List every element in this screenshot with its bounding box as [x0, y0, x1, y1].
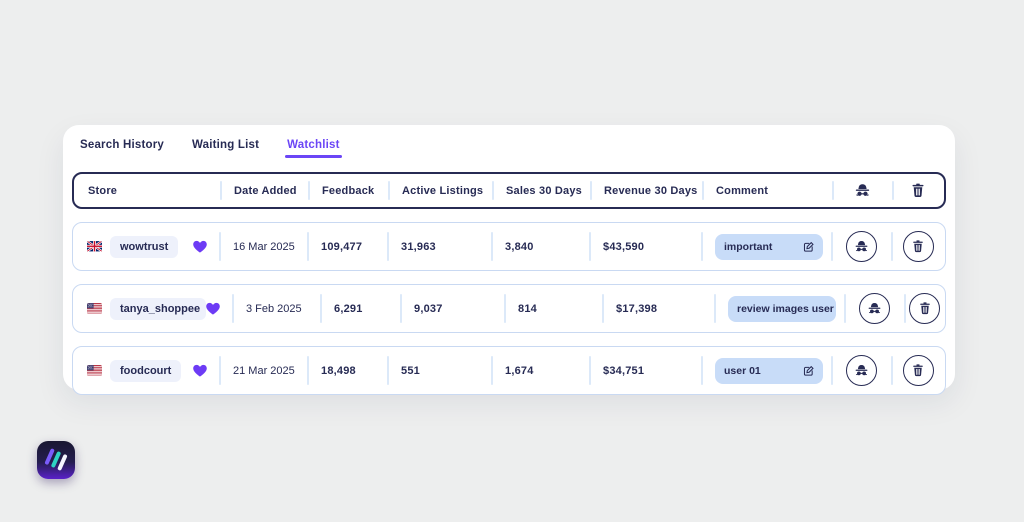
table-row: foodcourt 21 Mar 2025 18,498 551 1,674 $…: [72, 346, 946, 395]
spy-button[interactable]: [858, 293, 890, 324]
date-added-cell: 16 Mar 2025: [219, 223, 307, 270]
active-listings-cell: 31,963: [387, 223, 491, 270]
table-row: wowtrust 16 Mar 2025 109,477 31,963 3,84…: [72, 222, 946, 271]
trash-icon: [912, 183, 924, 198]
tab-waiting-list[interactable]: Waiting List: [192, 139, 259, 158]
feedback-cell: 109,477: [307, 223, 387, 270]
date-added-cell: 3 Feb 2025: [232, 285, 320, 332]
flag-us-icon: [87, 303, 102, 314]
active-listings-cell: 551: [387, 347, 491, 394]
revenue-30-days-cell: $17,398: [602, 285, 714, 332]
comment-chip[interactable]: user 01: [715, 357, 823, 384]
delete-button[interactable]: [909, 293, 940, 324]
tab-watchlist[interactable]: Watchlist: [285, 139, 342, 158]
header-date-added: Date Added: [220, 174, 308, 207]
date-added-cell: 21 Mar 2025: [219, 347, 307, 394]
comment-chip[interactable]: review images user: [728, 295, 836, 322]
flag-gb-icon: [87, 241, 102, 252]
comment-cell: user 01: [701, 347, 831, 394]
header-feedback: Feedback: [308, 174, 388, 207]
revenue-30-days-cell: $43,590: [589, 223, 701, 270]
header-revenue-30-days: Revenue 30 Days: [590, 174, 702, 207]
comment-cell: review images user: [714, 285, 844, 332]
spy-cell: [831, 347, 891, 394]
feedback-cell: 6,291: [320, 285, 400, 332]
tab-bar: Search History Waiting List Watchlist: [80, 139, 946, 158]
table-row: tanya_shoppee 3 Feb 2025 6,291 9,037 814…: [72, 284, 946, 333]
sales-30-days-cell: 814: [504, 285, 602, 332]
sales-30-days-cell: 1,674: [491, 347, 589, 394]
store-cell: foodcourt: [73, 347, 219, 394]
favorite-heart-icon[interactable]: [193, 240, 207, 253]
tab-search-history[interactable]: Search History: [80, 139, 164, 158]
store-name-chip[interactable]: tanya_shoppee: [110, 297, 206, 320]
trash-icon: [912, 364, 924, 377]
sales-30-days-cell: 3,840: [491, 223, 589, 270]
spy-incognito-icon: [855, 365, 867, 376]
favorite-heart-icon[interactable]: [206, 302, 220, 315]
active-listings-cell: 9,037: [400, 285, 504, 332]
spy-incognito-icon: [868, 303, 880, 314]
trash-icon: [919, 302, 930, 315]
header-active-listings: Active Listings: [388, 174, 492, 207]
revenue-30-days-cell: $34,751: [589, 347, 701, 394]
comment-cell: important: [701, 223, 831, 270]
delete-cell: [904, 285, 945, 332]
delete-button[interactable]: [902, 355, 934, 386]
header-sales-30-days: Sales 30 Days: [492, 174, 590, 207]
spy-incognito-icon: [855, 241, 867, 252]
watchlist-panel: Search History Waiting List Watchlist St…: [63, 125, 955, 395]
logo-stripes-icon: [44, 447, 68, 471]
delete-button[interactable]: [902, 231, 934, 262]
table-header-row: Store Date Added Feedback Active Listing…: [72, 172, 946, 209]
edit-comment-icon[interactable]: [803, 241, 814, 252]
feedback-cell: 18,498: [307, 347, 387, 394]
header-comment: Comment: [702, 174, 832, 207]
store-name-chip[interactable]: wowtrust: [110, 235, 179, 258]
delete-cell: [891, 223, 945, 270]
spy-incognito-icon: [855, 184, 869, 196]
app-logo: [37, 441, 75, 479]
delete-cell: [891, 347, 945, 394]
spy-cell: [844, 285, 904, 332]
spy-cell: [831, 223, 891, 270]
edit-comment-icon[interactable]: [803, 365, 814, 376]
spy-button[interactable]: [845, 231, 877, 262]
header-store: Store: [88, 184, 118, 197]
spy-button[interactable]: [845, 355, 877, 386]
flag-us-icon: [87, 365, 102, 376]
store-cell: tanya_shoppee: [73, 285, 232, 332]
comment-chip[interactable]: important: [715, 233, 823, 260]
trash-icon: [912, 240, 924, 253]
header-delete-column: [892, 174, 944, 207]
store-cell: wowtrust: [73, 223, 219, 270]
header-spy-column: [832, 174, 892, 207]
store-name-chip[interactable]: foodcourt: [110, 359, 182, 382]
favorite-heart-icon[interactable]: [193, 364, 207, 377]
